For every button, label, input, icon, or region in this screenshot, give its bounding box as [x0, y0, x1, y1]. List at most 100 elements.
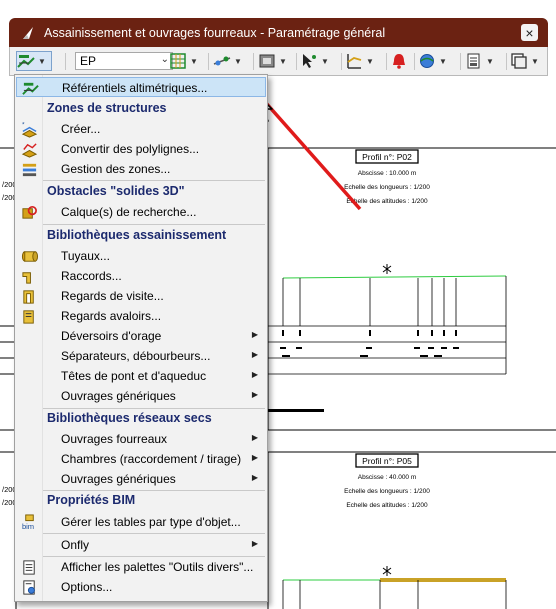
- toolbar-separator: [506, 53, 507, 70]
- menu-item-gerer-tables[interactable]: bim Gérer les tables par type d'objet...: [16, 512, 266, 532]
- menu-item-deversoirs[interactable]: Déversoirs d'orage ▶: [16, 326, 266, 346]
- report-document-icon: [467, 53, 480, 69]
- close-button[interactable]: ×: [521, 24, 538, 41]
- menu-item-label: Séparateurs, débourbeurs...: [61, 349, 211, 363]
- chevron-down-icon: ▼: [486, 56, 494, 66]
- menu-item-calques-recherche[interactable]: Calque(s) de recherche...: [16, 202, 266, 222]
- menu-heading-proprietes-bim: Propriétés BIM: [16, 491, 266, 511]
- bim-icon: bim: [22, 514, 34, 531]
- menu-item-regards-avaloirs[interactable]: Regards avaloirs...: [16, 306, 266, 326]
- profile1-abscisse: Abscisse : 10.000 m: [358, 170, 417, 177]
- app-logo-icon: [23, 26, 33, 39]
- menu-item-label: Ouvrages fourreaux: [61, 432, 168, 446]
- bell-icon: [393, 54, 405, 69]
- menu-item-label: Référentiels altimétriques...: [62, 81, 208, 95]
- menu-item-onfly[interactable]: Onfly ▶: [16, 535, 266, 555]
- profile-tools-button[interactable]: ▼: [345, 51, 381, 71]
- report-tools-button[interactable]: ▼: [465, 51, 501, 71]
- structure-tools-button[interactable]: ▼: [258, 51, 292, 71]
- network-tools-button[interactable]: ▼: [169, 51, 203, 71]
- alert-button[interactable]: [390, 51, 410, 71]
- network-select[interactable]: EP ⌄: [75, 52, 173, 70]
- toolbar-separator: [460, 53, 461, 70]
- chevron-down-icon: ▼: [366, 56, 374, 66]
- menu-item-label: Afficher les palettes "Outils divers"...: [61, 560, 254, 574]
- menu-item-label: Regards de visite...: [61, 289, 164, 303]
- chevron-down-icon: ▼: [279, 56, 287, 66]
- menu-item-label: Déversoirs d'orage: [61, 329, 162, 343]
- window-title: Assainissement et ouvrages fourreaux - P…: [44, 25, 386, 40]
- menu-item-label: Regards avaloirs...: [61, 309, 162, 323]
- layout-tools-button[interactable]: ▼: [510, 51, 546, 71]
- profile2-ech-alt: Echelle des altitudes : 1/200: [346, 502, 428, 509]
- chevron-down-icon: ▼: [531, 56, 539, 66]
- menu-item-raccords[interactable]: Raccords...: [16, 266, 266, 286]
- profile1-title: Profil n°: P02: [362, 152, 412, 162]
- submenu-arrow-icon: ▶: [251, 453, 258, 462]
- menu-item-ouvrages-generiques-assainissement[interactable]: Ouvrages génériques ▶: [16, 386, 266, 406]
- network-select-value: EP: [80, 54, 97, 68]
- pointer-tool-icon: [303, 54, 316, 68]
- referentiels-dropdown-button[interactable]: ▼: [16, 51, 52, 71]
- toolbar-separator: [208, 53, 209, 70]
- pipe-network-icon: [213, 56, 231, 66]
- submenu-arrow-icon: ▶: [251, 370, 258, 379]
- altimetric-reference-icon: [17, 55, 35, 68]
- menu-item-label: Chambres (raccordement / tirage): [61, 452, 242, 466]
- pipe-icon: [21, 251, 38, 262]
- menu-separator: [43, 533, 265, 534]
- menu-heading-label: Obstacles "solides 3D": [47, 184, 185, 198]
- window-title-bar: Assainissement et ouvrages fourreaux - P…: [9, 18, 548, 47]
- menu-item-afficher-palettes[interactable]: Afficher les palettes "Outils divers"...: [16, 557, 266, 577]
- menu-item-ouvrages-generiques-reseaux[interactable]: Ouvrages génériques ▶: [16, 469, 266, 489]
- zone-create-icon: *: [21, 122, 38, 138]
- chevron-down-icon: ▼: [321, 56, 329, 66]
- layout-sheets-icon: [511, 53, 527, 69]
- profile2-title: Profil n°: P05: [362, 456, 412, 466]
- zone-manager-icon: [22, 163, 37, 177]
- toolbar-separator: [414, 53, 415, 70]
- toolbar: ▼ EP ⌄ ▼ ▼ ▼ ▼ ▼ ▼ ▼ ▼: [9, 47, 548, 76]
- menu-item-options[interactable]: Options...: [16, 577, 266, 597]
- submenu-arrow-icon: ▶: [251, 390, 258, 399]
- toolbar-separator: [341, 53, 342, 70]
- menu-item-label: Créer...: [61, 122, 101, 136]
- menu-separator: [43, 224, 265, 225]
- submenu-arrow-icon: ▶: [251, 473, 258, 482]
- menu-item-gestion-zones[interactable]: Gestion des zones...: [16, 159, 266, 179]
- options-document-icon: [23, 580, 35, 595]
- menu-item-label: Ouvrages génériques: [61, 389, 176, 403]
- menu-item-label: Gestion des zones...: [61, 162, 171, 176]
- menu-item-chambres[interactable]: Chambres (raccordement / tirage) ▶: [16, 449, 266, 469]
- close-icon: ×: [525, 24, 534, 41]
- dropdown-menu: Référentiels altimétriques... Zones de s…: [14, 74, 268, 602]
- view-3d-button[interactable]: ▼: [418, 51, 454, 71]
- menu-item-label: Têtes de pont et d'aqueduc: [61, 369, 207, 383]
- menu-item-separateurs[interactable]: Séparateurs, débourbeurs... ▶: [16, 346, 266, 366]
- search-layer-icon: [22, 205, 37, 219]
- menu-item-convertir[interactable]: Convertir des polylignes...: [16, 139, 266, 159]
- menu-item-label: Options...: [61, 580, 113, 594]
- gully-inlet-icon: [23, 310, 34, 324]
- menu-item-creer[interactable]: * Créer...: [16, 119, 266, 139]
- pipe-fitting-icon: [22, 272, 31, 284]
- manhole-icon: [23, 290, 34, 304]
- altimetric-reference-icon: [22, 82, 39, 95]
- chevron-down-icon: ▼: [190, 56, 198, 66]
- menu-heading-bibliotheques-reseaux-secs: Bibliothèques réseaux secs: [16, 409, 266, 429]
- menu-item-tuyaux[interactable]: Tuyaux...: [16, 246, 266, 266]
- menu-heading-obstacles: Obstacles "solides 3D": [16, 182, 266, 202]
- menu-item-tetes-pont[interactable]: Têtes de pont et d'aqueduc ▶: [16, 366, 266, 386]
- chevron-down-icon: ▼: [234, 56, 242, 66]
- menu-heading-label: Bibliothèques réseaux secs: [47, 411, 212, 425]
- cursor-tools-button[interactable]: ▼: [300, 51, 336, 71]
- menu-item-referentiels[interactable]: Référentiels altimétriques...: [16, 77, 266, 97]
- network-grid-icon: [170, 53, 186, 69]
- menu-item-regards-visite[interactable]: Regards de visite...: [16, 286, 266, 306]
- menu-heading-zones: Zones de structures: [16, 99, 266, 119]
- toolbar-separator: [253, 53, 254, 70]
- menu-item-label: Ouvrages génériques: [61, 472, 176, 486]
- menu-item-ouvrages-fourreaux[interactable]: Ouvrages fourreaux ▶: [16, 429, 266, 449]
- profile1-ech-long: Echelle des longueurs : 1/200: [344, 184, 430, 191]
- pipe-tools-button[interactable]: ▼: [213, 51, 249, 71]
